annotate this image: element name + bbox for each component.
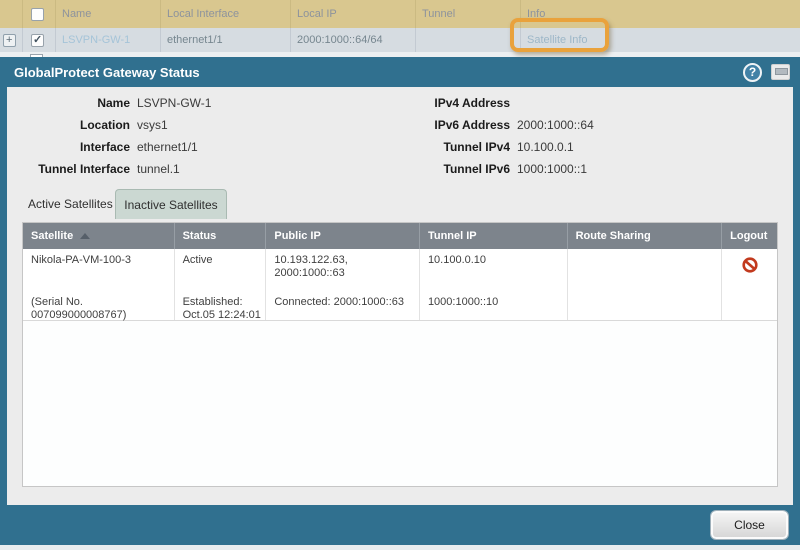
satellite-row: Nikola-PA-VM-100-3 (Serial No. 007099000… <box>23 249 777 321</box>
page-background-strip <box>0 545 800 550</box>
field-value-ipv6: 2000:1000::64 <box>517 118 594 132</box>
tab-inactive-satellites[interactable]: Inactive Satellites <box>115 189 227 219</box>
gateway-status-dialog: GlobalProtect Gateway Status ? Name LSVPN… <box>0 57 800 545</box>
minimize-icon[interactable] <box>771 64 790 80</box>
satellite-cell: Nikola-PA-VM-100-3 (Serial No. 007099000… <box>23 249 174 321</box>
column-header-status[interactable]: Status <box>173 223 266 249</box>
help-icon[interactable]: ? <box>743 62 762 82</box>
satellite-header-label: Satellite <box>31 230 74 242</box>
fields-right-column: IPv4 Address IPv6 Address 2000:1000::64 T… <box>395 92 785 180</box>
close-button[interactable]: Close <box>711 511 788 539</box>
field-label-location: Location <box>80 118 130 132</box>
dialog-title-bar: GlobalProtect Gateway Status ? <box>0 57 800 87</box>
column-header-name[interactable]: Name <box>55 0 160 28</box>
column-header-logout[interactable]: Logout <box>721 223 777 249</box>
expand-row-icon[interactable] <box>3 33 16 47</box>
fields-left-column: Name LSVPN-GW-1 Location vsys1 Interface et… <box>20 92 390 180</box>
field-label-interface: Interface <box>79 140 130 154</box>
field-value-name: LSVPN-GW-1 <box>137 96 212 110</box>
gateway-list-header-row: Name Local Interface Local IP Tunnel Inf… <box>0 0 800 28</box>
field-label-tunnel-interface: Tunnel Interface <box>38 162 130 176</box>
tab-active-satellites[interactable]: Active Satellites <box>28 189 113 219</box>
tunnel-ip-value: 10.100.0.10 <box>427 254 487 266</box>
column-header-tunnel-ip[interactable]: Tunnel IP <box>418 223 567 249</box>
gateway-name-link[interactable]: LSVPN-GW-1 <box>55 28 160 52</box>
logout-cell <box>721 249 777 320</box>
satellites-header-row: Satellite Status Public IP Tunnel IP Rou… <box>23 223 777 249</box>
status-established: Established: Oct.05 12:24:01 <box>182 296 261 321</box>
select-all-checkbox[interactable] <box>31 7 44 21</box>
satellite-name: Nikola-PA-VM-100-3 <box>31 254 132 266</box>
public-ip-value: 10.193.122.63, 2000:1000::63 <box>274 254 348 279</box>
highlight-annotation-box <box>510 18 609 52</box>
row-select-cell <box>22 28 55 52</box>
row-expander-cell <box>0 28 22 52</box>
column-header-local-ip[interactable]: Local IP <box>290 0 415 28</box>
gateway-local-ip: 2000:1000::64/64 <box>290 28 415 52</box>
gateway-row: LSVPN-GW-1 ethernet1/1 2000:1000::64/64 … <box>0 28 800 52</box>
row-checkbox[interactable] <box>31 33 44 47</box>
select-all-cell <box>22 0 55 28</box>
dialog-title: GlobalProtect Gateway Status <box>14 64 200 80</box>
field-value-tunnel-ipv6: 1000:1000::1 <box>517 162 588 176</box>
active-satellites-table: Satellite Status Public IP Tunnel IP Rou… <box>22 222 778 487</box>
public-ip-cell: 10.193.122.63, 2000:1000::63 Connected: … <box>265 249 419 320</box>
field-label-ipv4: IPv4 Address <box>434 96 510 110</box>
column-header-route-sharing[interactable]: Route Sharing <box>566 223 722 249</box>
expander-column-header <box>0 0 22 28</box>
screen: Name Local Interface Local IP Tunnel Inf… <box>0 0 800 550</box>
field-value-tunnel-interface: tunnel.1 <box>137 162 180 176</box>
field-label-tunnel-ipv6: Tunnel IPv6 <box>443 162 510 176</box>
field-label-tunnel-ipv4: Tunnel IPv4 <box>443 140 510 154</box>
field-value-location: vsys1 <box>137 118 168 132</box>
sort-ascending-icon <box>80 233 91 239</box>
public-ip-connected: Connected: 2000:1000::63 <box>274 296 405 308</box>
gateway-local-interface: ethernet1/1 <box>160 28 290 52</box>
column-header-tunnel[interactable]: Tunnel <box>415 0 520 28</box>
status-cell: Active Established: Oct.05 12:24:01 <box>173 249 266 321</box>
tunnel-ip-cell: 10.100.0.10 1000:1000::10 <box>418 249 567 320</box>
gateway-tunnel <box>415 28 520 52</box>
satellite-tabs: Active Satellites Inactive Satellites <box>7 189 793 219</box>
field-value-interface: ethernet1/1 <box>137 140 198 154</box>
field-value-tunnel-ipv4: 10.100.0.1 <box>517 140 574 154</box>
satellite-serial: (Serial No. 007099000008767) <box>31 296 127 321</box>
column-header-satellite[interactable]: Satellite <box>23 223 174 249</box>
field-label-ipv6: IPv6 Address <box>434 118 510 132</box>
gateway-list-table: Name Local Interface Local IP Tunnel Inf… <box>0 0 800 58</box>
dialog-body: Name LSVPN-GW-1 Location vsys1 Interface et… <box>7 87 793 505</box>
route-sharing-cell <box>566 249 722 320</box>
column-header-public-ip[interactable]: Public IP <box>265 223 419 249</box>
field-label-name: Name <box>97 96 130 110</box>
column-header-local-interface[interactable]: Local Interface <box>160 0 290 28</box>
dialog-footer: Close <box>0 505 800 545</box>
logout-prohibited-icon[interactable] <box>741 257 758 273</box>
tunnel-ip-v6: 1000:1000::10 <box>427 296 499 308</box>
status-value: Active <box>182 254 213 266</box>
